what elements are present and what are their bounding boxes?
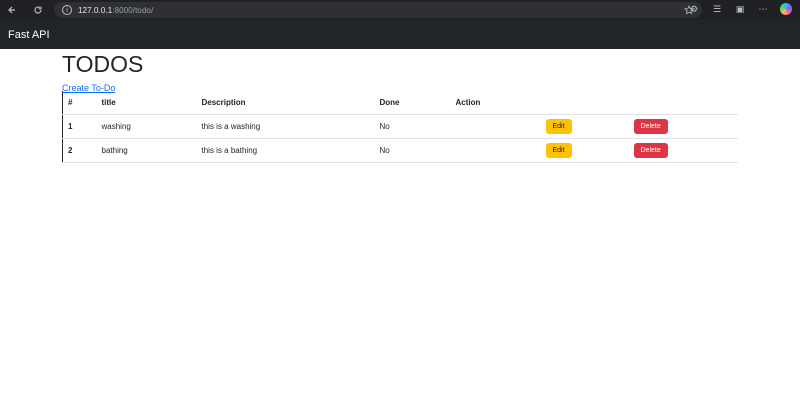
table-header-row: # title Description Done Action [63,91,739,114]
table-row: 1 washing this is a washing No Edit Dele… [62,114,739,138]
row-description: this is a bathing [201,145,258,155]
back-icon[interactable] [4,2,20,18]
header-action: Action [455,97,481,107]
address-url: 127.0.0.1:8000/todo/ [78,5,154,15]
page-title: TODOS [62,51,144,77]
row-number: 1 [68,121,73,131]
header-empty [629,91,739,114]
browser-toolbar: i 127.0.0.1:8000/todo/ ⚙ ☰ ▣ ⋯ [0,0,800,20]
row-done: No [379,145,390,155]
site-info-icon[interactable]: i [62,5,72,15]
todos-table: # title Description Done Action 1 washin… [62,91,738,163]
row-delete-cell: Delete [629,138,739,162]
row-description: this is a washing [201,121,261,131]
collections-icon[interactable]: ▣ [734,3,746,15]
header-title: title [101,97,116,107]
row-done: No [379,121,390,131]
header-description: Description [201,97,246,107]
browser-right-icons: ⚙ ☰ ▣ ⋯ [688,3,792,15]
table-row: 2 bathing this is a bathing No Edit Dele… [62,138,739,162]
address-bar[interactable]: i 127.0.0.1:8000/todo/ [54,2,702,18]
edit-button[interactable]: Edit [545,118,572,134]
more-menu-icon[interactable]: ⋯ [757,3,769,15]
copilot-icon[interactable] [780,3,792,15]
refresh-icon[interactable] [30,2,46,18]
row-title: bathing [101,145,128,155]
row-number: 2 [68,145,73,155]
delete-button[interactable]: Delete [633,142,668,158]
extensions-icon[interactable]: ⚙ [688,3,700,15]
header-empty [541,91,629,114]
row-action-cell [451,138,541,162]
header-done: Done [379,97,400,107]
header-number: # [68,97,73,107]
row-delete-cell: Delete [629,114,739,138]
delete-button[interactable]: Delete [633,118,668,134]
row-title: washing [101,121,131,131]
main-container: TODOS Create To-Do # title Description D… [62,49,740,163]
row-edit-cell: Edit [541,138,629,162]
row-edit-cell: Edit [541,114,629,138]
edit-button[interactable]: Edit [545,142,572,158]
favorites-icon[interactable]: ☰ [711,3,723,15]
row-action-cell [451,114,541,138]
navbar-brand[interactable]: Fast API [8,29,50,41]
app-navbar: Fast API [0,20,800,49]
